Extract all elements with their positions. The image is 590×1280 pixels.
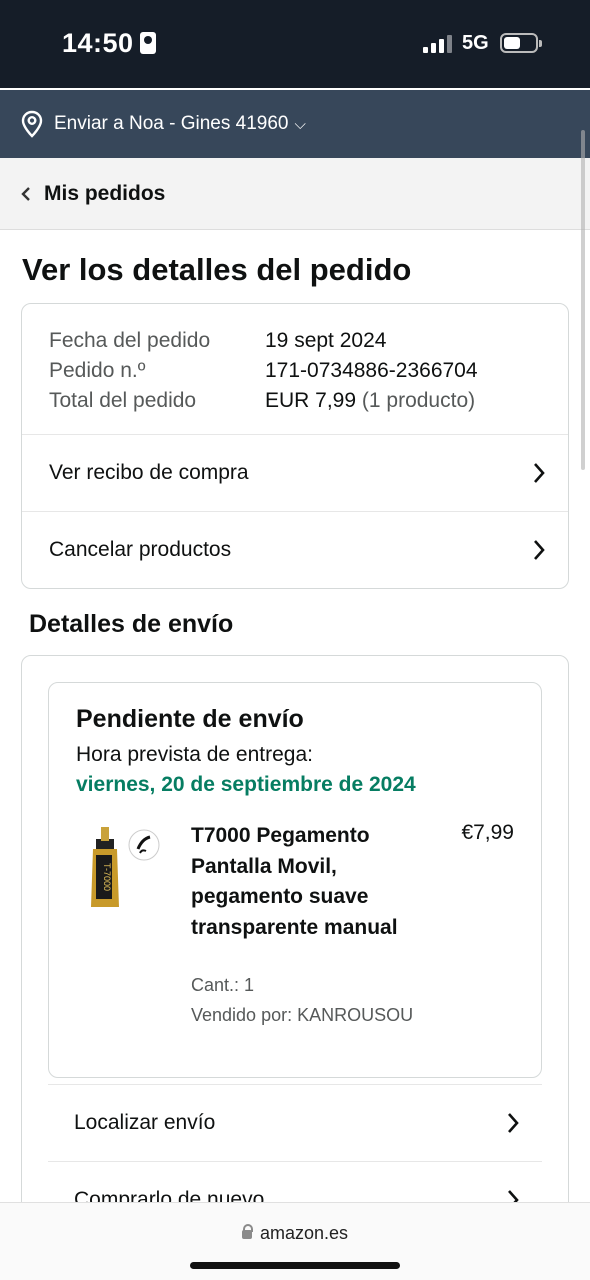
order-date-label: Fecha del pedido [49,329,211,352]
product-seller: Vendido por: KANROUSOU [191,1005,414,1025]
order-number-label: Pedido n.º [49,359,146,382]
network-label: 5G [462,32,489,54]
delivery-address-bar[interactable]: Enviar a Noa - Gines 41960 ⌵ [0,90,590,158]
order-total-row: Total del pedido EUR 7,99 (1 producto) [49,386,568,416]
eta-date: viernes, 20 de septiembre de 2024 [76,773,416,796]
signal-icon [423,35,453,53]
eta-label: Hora prevista de entrega: [76,743,313,766]
url-display[interactable]: amazon.es [0,1223,590,1244]
chevron-right-icon [534,540,545,560]
cancel-products-label: Cancelar productos [49,538,232,561]
order-total-amount: EUR 7,99 [265,389,357,412]
order-total-label: Total del pedido [49,389,197,412]
view-receipt-label: Ver recibo de compra [49,461,249,484]
delivery-address-text: Enviar a Noa - Gines 41960 [54,113,289,134]
page-title: Ver los detalles del pedido [22,252,412,287]
view-receipt-link[interactable]: Ver recibo de compra [22,434,568,511]
order-total-value: EUR 7,99 (1 producto) [265,386,475,416]
location-pin-icon [21,110,43,138]
product-quantity: Cant.: 1 [191,975,255,995]
svg-text:T-7000: T-7000 [102,863,112,891]
order-date-row: Fecha del pedido 19 sept 2024 [49,326,568,356]
browser-url-bar[interactable]: amazon.es [0,1202,590,1280]
clock-text: 14:50 [62,28,134,58]
back-to-orders[interactable]: Mis pedidos [0,158,590,230]
order-number-value: 171-0734886-2366704 [265,359,478,382]
chevron-right-icon [508,1113,519,1133]
chevron-down-icon: ⌵ [294,115,306,133]
product-price: €7,99 [461,821,514,844]
back-label: Mis pedidos [44,181,166,205]
shipping-section-title: Detalles de envío [29,610,234,638]
status-bar: 14:50 5G [0,0,590,88]
status-time: 14:50 [62,28,156,59]
track-package-label: Localizar envío [74,1111,216,1134]
shipment-status: Pendiente de envío [76,705,304,733]
home-indicator[interactable] [190,1262,400,1269]
order-number-row: Pedido n.º 171-0734886-2366704 [49,356,568,386]
scrollbar[interactable] [581,130,585,470]
product-image[interactable]: T-7000 [82,823,162,913]
shipment-box: Pendiente de envío Hora prevista de entr… [48,682,542,1078]
chevron-left-icon [21,186,30,201]
product-name-link[interactable]: T7000 Pegamento Pantalla Movil, pegament… [191,821,406,943]
lock-icon [241,1224,253,1239]
contact-badge-icon [139,32,156,54]
order-item-count: (1 producto) [361,389,476,412]
order-date-value: 19 sept 2024 [265,329,387,352]
track-package-link[interactable]: Localizar envío [48,1084,542,1161]
cancel-products-link[interactable]: Cancelar productos [22,511,568,588]
shipping-card: Pendiente de envío Hora prevista de entr… [21,655,569,1275]
chevron-right-icon [534,463,545,483]
url-text: amazon.es [259,1223,349,1243]
order-summary-card: Fecha del pedido 19 sept 2024 Pedido n.º… [21,303,569,589]
battery-icon [500,33,542,53]
